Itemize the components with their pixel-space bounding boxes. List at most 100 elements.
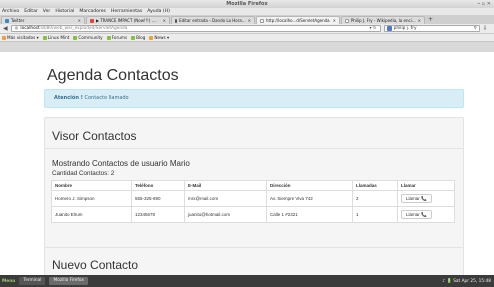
table-row: Homero J. Simpson 555-325-890 mrx@mail.c… xyxy=(51,190,455,207)
close-icon[interactable]: ✕ xyxy=(163,17,166,24)
reload-icon[interactable]: ▾ ↻ xyxy=(370,26,377,31)
mint-icon xyxy=(42,36,47,40)
divider xyxy=(45,148,463,149)
page-content: Agenda Contactos Atención ! Contacto lla… xyxy=(0,52,494,275)
bookmark-forums[interactable]: Forums xyxy=(106,35,127,40)
close-icon[interactable]: ✕ xyxy=(78,17,81,24)
bookmark-blog[interactable]: Blog xyxy=(131,35,145,40)
back-arrow-icon[interactable]: ◀ xyxy=(3,25,8,32)
bookmark-label: Blog xyxy=(136,35,146,40)
tab-trance-impact[interactable]: ▶ TRANCE IMPACT (Now!!!) .... ✕ xyxy=(86,16,170,24)
bookmark-news[interactable]: News ▾ xyxy=(149,35,169,40)
cell-direccion: Calle 1 #2321 xyxy=(266,206,353,223)
globe-icon: ◍ xyxy=(14,26,19,31)
menu-bar: Archivo Editar Ver Historial Marcadores … xyxy=(0,8,494,15)
tab-label: Philip J. Fry - Wikipedia, la enci... xyxy=(350,18,416,23)
page-title: Agenda Contactos xyxy=(47,67,179,84)
cell-direccion: Av. Siempre Viva 742 xyxy=(266,190,353,207)
mint-icon xyxy=(131,36,136,40)
col-email: E-Mail xyxy=(184,180,267,191)
youtube-icon xyxy=(90,18,94,23)
bookmark-label: Más visitados ▾ xyxy=(7,35,39,40)
tab-twitter[interactable]: Twitter ✕ xyxy=(1,16,85,24)
page-icon xyxy=(260,18,264,23)
cantidad-contactos: Cantidad Contactos: 2 xyxy=(52,170,115,177)
cell-email: juanito@hotmail.com xyxy=(184,206,267,223)
bookmarks-bar: Más visitados ▾ Linux Mint Community For… xyxy=(0,34,494,42)
system-tray: ♪ 🔋 Sat Apr 25, 15:48 xyxy=(442,278,491,284)
col-telefono: Teléfono xyxy=(131,180,185,191)
close-icon[interactable]: ✕ xyxy=(248,17,251,24)
navigation-bar: ◀ ◍ localhost :8080/web_war_exploded/Ser… xyxy=(0,24,494,34)
table-header-row: Nombre Teléfono E-Mail Dirección Llamada… xyxy=(51,180,455,191)
cell-llamadas: 2 xyxy=(352,190,398,207)
cell-telefono: 555-325-890 xyxy=(131,190,185,207)
download-arrow-icon[interactable]: ⇩ xyxy=(483,25,488,32)
url-path: :8080/web_war_exploded/ServletAgenda xyxy=(39,26,128,31)
bookmark-mas-visitados[interactable]: Más visitados ▾ xyxy=(2,35,39,40)
llamar-button[interactable]: Llamar 📞 xyxy=(401,194,432,203)
menu-archivo[interactable]: Archivo xyxy=(2,9,19,14)
col-llamadas: Llamadas xyxy=(352,180,398,191)
url-bar[interactable]: ◍ localhost :8080/web_war_exploded/Servl… xyxy=(10,25,381,32)
wordpress-icon xyxy=(175,18,178,23)
taskbar-terminal[interactable]: Terminal xyxy=(19,277,46,285)
menu-ver[interactable]: Ver xyxy=(43,9,51,14)
tab-editar-entrada[interactable]: Editar entrada ‹ Dando La Hora... ✕ xyxy=(171,16,255,24)
menu-marcadores[interactable]: Marcadores xyxy=(79,9,106,14)
url-host: localhost xyxy=(20,26,40,31)
cell-telefono: 12345678 xyxy=(131,206,185,223)
bookmark-label: News ▾ xyxy=(154,35,170,40)
window-title: Mozilla Firefox xyxy=(226,1,268,7)
tab-bar: Twitter ✕ ▶ TRANCE IMPACT (Now!!!) .... … xyxy=(0,15,494,24)
tab-label: ▶ TRANCE IMPACT (Now!!!) .... xyxy=(96,18,157,23)
start-menu-button[interactable]: Menu xyxy=(2,279,15,284)
tab-servlet-agenda[interactable]: http://localho...d/ServletAgenda ✕ xyxy=(256,16,340,24)
mostrando-heading: Mostrando Contactos de usuario Mario xyxy=(52,159,190,168)
col-llamar: Llamar xyxy=(397,180,455,191)
window-controls[interactable]: – ▫ ✕ xyxy=(477,0,491,8)
menu-ayuda[interactable]: Ayuda (H) xyxy=(147,9,170,14)
tab-label: Editar entrada ‹ Dando La Hora... xyxy=(179,18,246,23)
rss-icon xyxy=(149,36,154,40)
nuevo-contacto-panel: Nuevo Contacto xyxy=(44,247,464,275)
alert-info: Atención ! Contacto llamado xyxy=(44,89,464,108)
table-row: Juanito Elrum 12345678 juanito@hotmail.c… xyxy=(51,206,455,223)
close-icon[interactable]: ✕ xyxy=(333,17,336,24)
tab-wikipedia[interactable]: Philip J. Fry - Wikipedia, la enci... ✕ xyxy=(341,16,425,24)
window-titlebar: Mozilla Firefox – ▫ ✕ xyxy=(0,0,494,8)
google-icon xyxy=(386,26,392,31)
search-input[interactable]: philip j. fry ⚲ xyxy=(383,25,480,32)
taskbar-firefox[interactable]: Mozilla Firefox xyxy=(49,277,88,285)
cell-llamar: Llamar 📞 xyxy=(397,190,455,207)
alert-strong: Atención ! xyxy=(54,95,83,101)
tab-label: http://localho...d/ServletAgenda xyxy=(266,18,330,23)
twitter-icon xyxy=(5,18,9,23)
cell-llamadas: 1 xyxy=(352,206,398,223)
col-nombre: Nombre xyxy=(51,180,132,191)
bookmark-community[interactable]: Community xyxy=(73,35,103,40)
llamar-button[interactable]: Llamar 📞 xyxy=(401,210,432,219)
cell-nombre: Homero J. Simpson xyxy=(51,190,132,207)
menu-herramientas[interactable]: Herramientas xyxy=(111,9,142,14)
new-tab-button[interactable]: + xyxy=(426,16,435,24)
search-icon[interactable]: ⚲ xyxy=(473,26,476,31)
bookmark-linux-mint[interactable]: Linux Mint xyxy=(42,35,70,40)
folder-icon xyxy=(2,36,6,40)
nuevo-title: Nuevo Contacto xyxy=(52,258,139,272)
visor-title: Visor Contactos xyxy=(52,129,137,143)
menu-editar[interactable]: Editar xyxy=(24,9,38,14)
wikipedia-icon xyxy=(345,18,349,23)
alert-text: Contacto llamado xyxy=(84,95,129,101)
mint-icon xyxy=(73,36,78,40)
bookmark-label: Linux Mint xyxy=(47,35,70,40)
contacts-table: Nombre Teléfono E-Mail Dirección Llamada… xyxy=(51,180,455,223)
bookmark-label: Community xyxy=(78,35,103,40)
close-icon[interactable]: ✕ xyxy=(418,17,421,24)
cell-nombre: Juanito Elrum xyxy=(51,206,132,223)
taskbar: Menu Terminal Mozilla Firefox ♪ 🔋 Sat Ap… xyxy=(0,275,494,287)
menu-historial[interactable]: Historial xyxy=(55,9,74,14)
search-value: philip j. fry xyxy=(393,26,417,31)
cell-llamar: Llamar 📞 xyxy=(397,206,455,223)
tab-label: Twitter xyxy=(11,18,25,23)
